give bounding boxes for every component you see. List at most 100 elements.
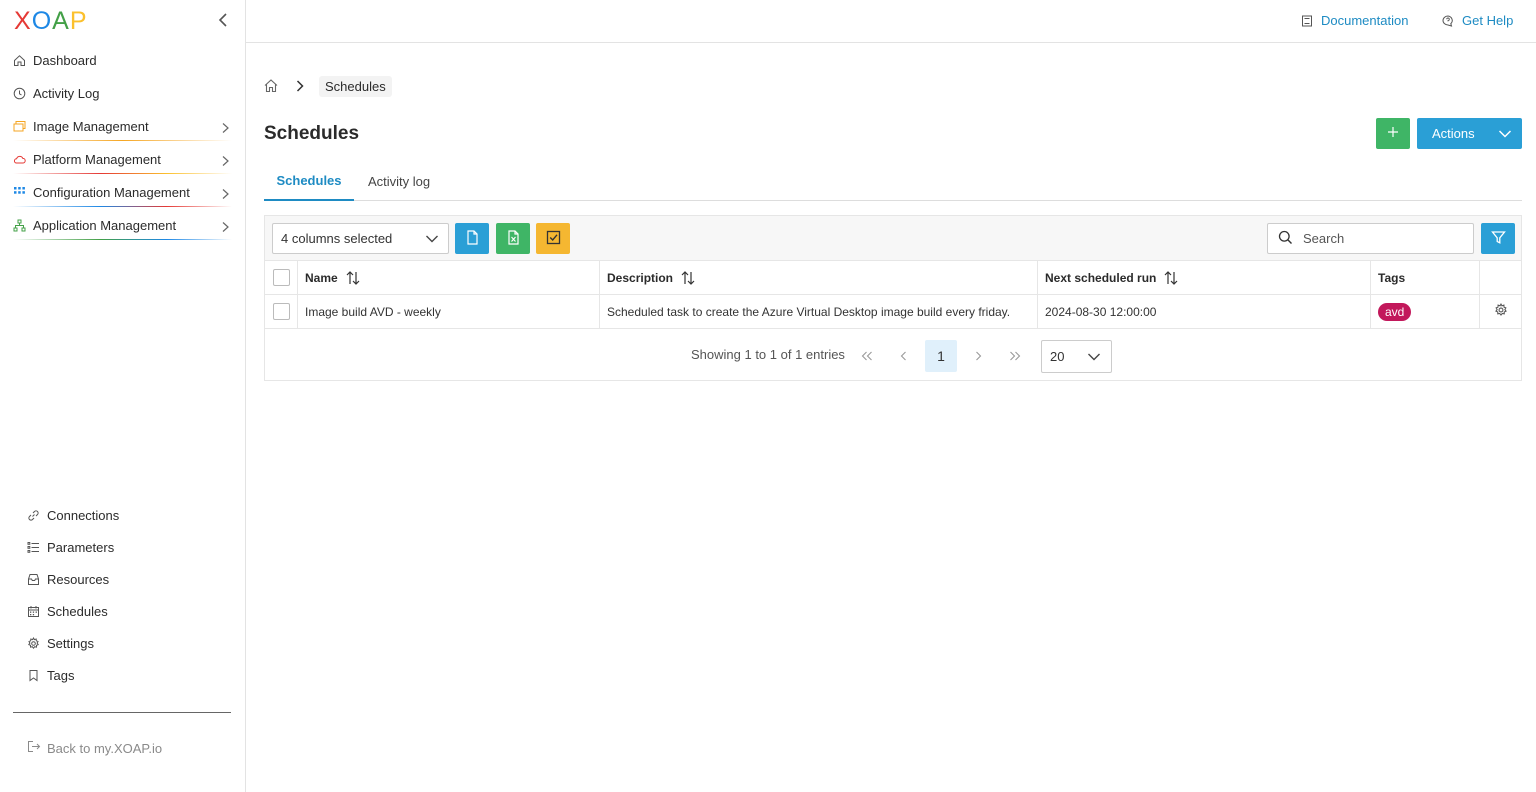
sort-icon[interactable] <box>1164 270 1178 286</box>
sign-out-icon <box>27 740 41 756</box>
nav-label-activity-log: Activity Log <box>33 86 100 101</box>
nav-label-connections: Connections <box>47 507 120 523</box>
row-tags-cell: avd <box>1371 295 1480 328</box>
header-name: Name <box>305 270 338 285</box>
table-header: Name Description Next scheduled run Tags <box>265 261 1521 295</box>
help-chat-icon <box>1442 14 1454 27</box>
excel-file-icon <box>507 229 520 248</box>
nav-label-platform-management: Platform Management <box>33 152 161 167</box>
export-file-button[interactable] <box>455 223 489 254</box>
row-name[interactable]: Image build AVD - weekly <box>298 295 600 328</box>
table-row[interactable]: Image build AVD - weekly Scheduled task … <box>265 295 1521 329</box>
nav-label-image-management: Image Management <box>33 119 149 134</box>
get-help-label: Get Help <box>1462 13 1514 28</box>
secondary-nav: Connections Parameters Resources Schedul… <box>0 499 246 691</box>
documentation-label: Documentation <box>1321 13 1409 28</box>
nav-item-settings[interactable]: Settings <box>0 627 246 659</box>
nav-label-application-management: Application Management <box>33 218 177 233</box>
pagination-info: Showing 1 to 1 of 1 entries <box>691 347 845 362</box>
nav-underline <box>13 206 232 207</box>
tab-schedules[interactable]: Schedules <box>264 162 354 201</box>
filter-icon <box>1490 230 1506 248</box>
page-size-value: 20 <box>1050 349 1065 364</box>
columns-select[interactable]: 4 columns selected <box>272 223 449 254</box>
home-icon[interactable] <box>263 78 279 94</box>
file-icon <box>466 229 479 248</box>
chevron-down-icon <box>1087 351 1101 363</box>
nav-label-resources: Resources <box>47 571 110 587</box>
chevron-left-icon <box>900 349 908 364</box>
box-icon <box>27 573 40 586</box>
nav-item-application-management[interactable]: Application Management <box>0 209 246 242</box>
page-size-select[interactable]: 20 <box>1041 340 1112 373</box>
nav-item-tags[interactable]: Tags <box>0 659 246 691</box>
images-icon <box>13 120 26 133</box>
export-excel-button[interactable] <box>496 223 530 254</box>
clock-icon <box>13 87 26 100</box>
search-field[interactable] <box>1267 223 1474 254</box>
select-all-checkbox[interactable] <box>272 269 290 286</box>
nav-label-schedules: Schedules <box>47 603 108 619</box>
breadcrumb: Schedules <box>263 75 392 97</box>
collapse-sidebar-chevron-left-icon[interactable] <box>214 10 234 30</box>
header-description-cell[interactable]: Description <box>600 261 1038 294</box>
first-page-button[interactable] <box>851 340 883 372</box>
schedules-table-panel: 4 columns selected Name Description <box>264 215 1522 381</box>
header-name-cell[interactable]: Name <box>298 261 600 294</box>
tab-activity-log[interactable]: Activity log <box>368 162 430 201</box>
last-page-button[interactable] <box>999 340 1031 372</box>
sort-icon[interactable] <box>346 270 360 286</box>
chevron-down-icon <box>425 233 439 245</box>
search-input[interactable] <box>1303 231 1463 246</box>
page-1-button[interactable]: 1 <box>925 340 957 372</box>
nav-item-resources[interactable]: Resources <box>0 563 246 595</box>
nav-underline <box>13 140 232 141</box>
check-square-icon <box>546 230 561 248</box>
header-next-run-cell[interactable]: Next scheduled run <box>1038 261 1371 294</box>
search-icon <box>1278 230 1293 248</box>
nav-item-activity-log[interactable]: Activity Log <box>0 77 246 110</box>
previous-page-button[interactable] <box>888 340 920 372</box>
add-schedule-button[interactable] <box>1376 118 1410 149</box>
back-to-xoap-link[interactable]: Back to my.XOAP.io <box>27 740 162 756</box>
book-icon <box>1301 15 1313 27</box>
xoap-logo[interactable]: X O A P <box>14 6 88 35</box>
page-title: Schedules <box>264 123 360 144</box>
nav-item-parameters[interactable]: Parameters <box>0 531 246 563</box>
select-all-button[interactable] <box>536 223 570 254</box>
nav-item-image-management[interactable]: Image Management <box>0 110 246 143</box>
documentation-link[interactable]: Documentation <box>1301 13 1408 28</box>
header-tags-cell: Tags <box>1371 261 1480 294</box>
sidebar: X O A P Dashboard Activity Log Image Man… <box>0 0 246 792</box>
tab-bar: Schedules Activity log <box>264 162 1522 201</box>
nav-item-schedules[interactable]: Schedules <box>0 595 246 627</box>
home-icon <box>13 54 26 67</box>
get-help-link[interactable]: Get Help <box>1442 13 1513 28</box>
chevron-right-icon <box>295 80 305 92</box>
nav-label-settings: Settings <box>47 635 94 651</box>
filter-button[interactable] <box>1481 223 1515 254</box>
header-description: Description <box>607 270 674 285</box>
logo-letter-a: A <box>52 6 70 35</box>
nav-underline <box>13 173 232 174</box>
nav-item-dashboard[interactable]: Dashboard <box>0 44 246 77</box>
nav-item-configuration-management[interactable]: Configuration Management <box>0 176 246 209</box>
next-page-button[interactable] <box>962 340 994 372</box>
nav-item-connections[interactable]: Connections <box>0 499 246 531</box>
nav-item-platform-management[interactable]: Platform Management <box>0 143 246 176</box>
plus-icon <box>1387 126 1399 141</box>
nav-label-configuration-management: Configuration Management <box>33 185 190 200</box>
sort-icon[interactable] <box>681 270 695 286</box>
chevron-right-icon <box>221 188 230 200</box>
main-nav: Dashboard Activity Log Image Management … <box>0 44 246 242</box>
row-checkbox[interactable] <box>272 303 290 320</box>
chevron-right-icon <box>974 349 982 364</box>
header-next-run: Next scheduled run <box>1045 270 1157 285</box>
row-description: Scheduled task to create the Azure Virtu… <box>600 295 1038 328</box>
row-next-run: 2024-08-30 12:00:00 <box>1038 295 1371 328</box>
nav-label-tags: Tags <box>47 667 75 683</box>
tag-badge[interactable]: avd <box>1378 302 1412 321</box>
sitemap-icon <box>13 219 26 232</box>
actions-dropdown-button[interactable]: Actions <box>1417 118 1522 149</box>
gear-icon[interactable] <box>1494 302 1508 320</box>
